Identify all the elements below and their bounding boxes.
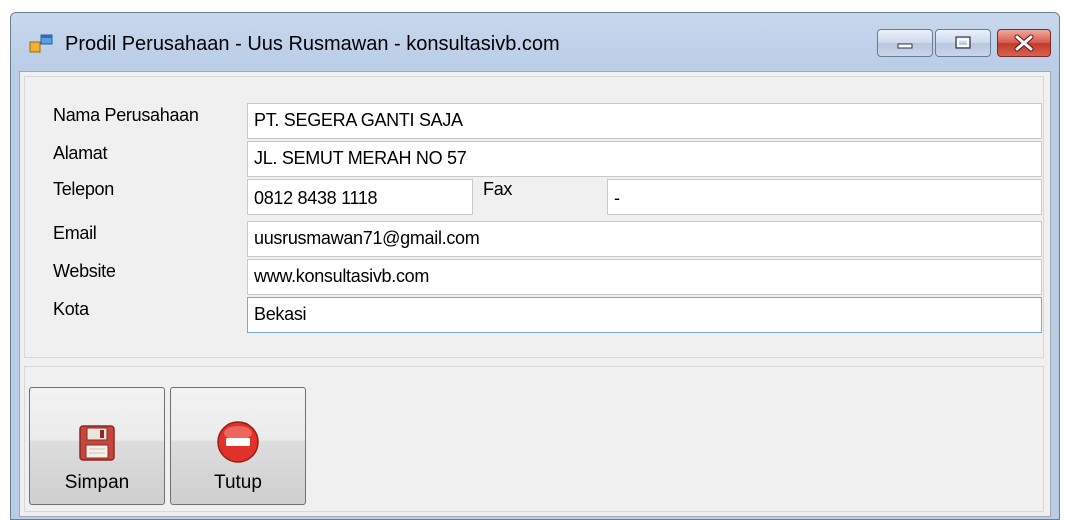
title-bar[interactable]: Prodil Perusahaan - Uus Rusmawan - konsu… — [11, 13, 1059, 71]
telepon-input[interactable]: 0812 8438 1118 — [247, 179, 473, 215]
email-label: Email — [53, 223, 97, 243]
fax-input[interactable]: - — [607, 179, 1042, 215]
website-label: Website — [53, 261, 116, 281]
telepon-label: Telepon — [53, 179, 114, 199]
email-input[interactable]: uusrusmawan71@gmail.com — [247, 221, 1042, 257]
alamat-input[interactable]: JL. SEMUT MERAH NO 57 — [247, 141, 1042, 177]
window-app-icon — [29, 34, 53, 53]
close-button[interactable] — [997, 29, 1051, 57]
tutup-button-label: Tutup — [214, 472, 262, 493]
stop-icon — [217, 421, 259, 463]
form-client-area: Nama Perusahaan PT. SEGERA GANTI SAJA Al… — [19, 71, 1051, 517]
company-info-panel: Nama Perusahaan PT. SEGERA GANTI SAJA Al… — [24, 76, 1044, 358]
kota-input[interactable]: Bekasi — [247, 297, 1042, 333]
floppy-disk-icon — [79, 425, 115, 461]
tutup-button[interactable]: Tutup — [170, 387, 306, 505]
nama-perusahaan-label: Nama Perusahaan — [53, 105, 199, 125]
button-panel: Simpan Tutup — [24, 366, 1044, 512]
simpan-button-label: Simpan — [64, 472, 130, 493]
minimize-icon — [897, 43, 913, 49]
nama-perusahaan-input[interactable]: PT. SEGERA GANTI SAJA — [247, 103, 1042, 139]
kota-label: Kota — [53, 299, 89, 319]
window-title: Prodil Perusahaan - Uus Rusmawan - konsu… — [65, 33, 560, 55]
close-icon — [1014, 34, 1034, 52]
fax-label: Fax — [483, 179, 513, 199]
maximize-icon — [955, 36, 971, 49]
maximize-button[interactable] — [935, 29, 991, 57]
simpan-button[interactable]: Simpan — [29, 387, 165, 505]
website-input[interactable]: www.konsultasivb.com — [247, 259, 1042, 295]
main-window: Prodil Perusahaan - Uus Rusmawan - konsu… — [10, 12, 1060, 520]
minimize-button[interactable] — [877, 29, 933, 57]
alamat-label: Alamat — [53, 143, 108, 163]
